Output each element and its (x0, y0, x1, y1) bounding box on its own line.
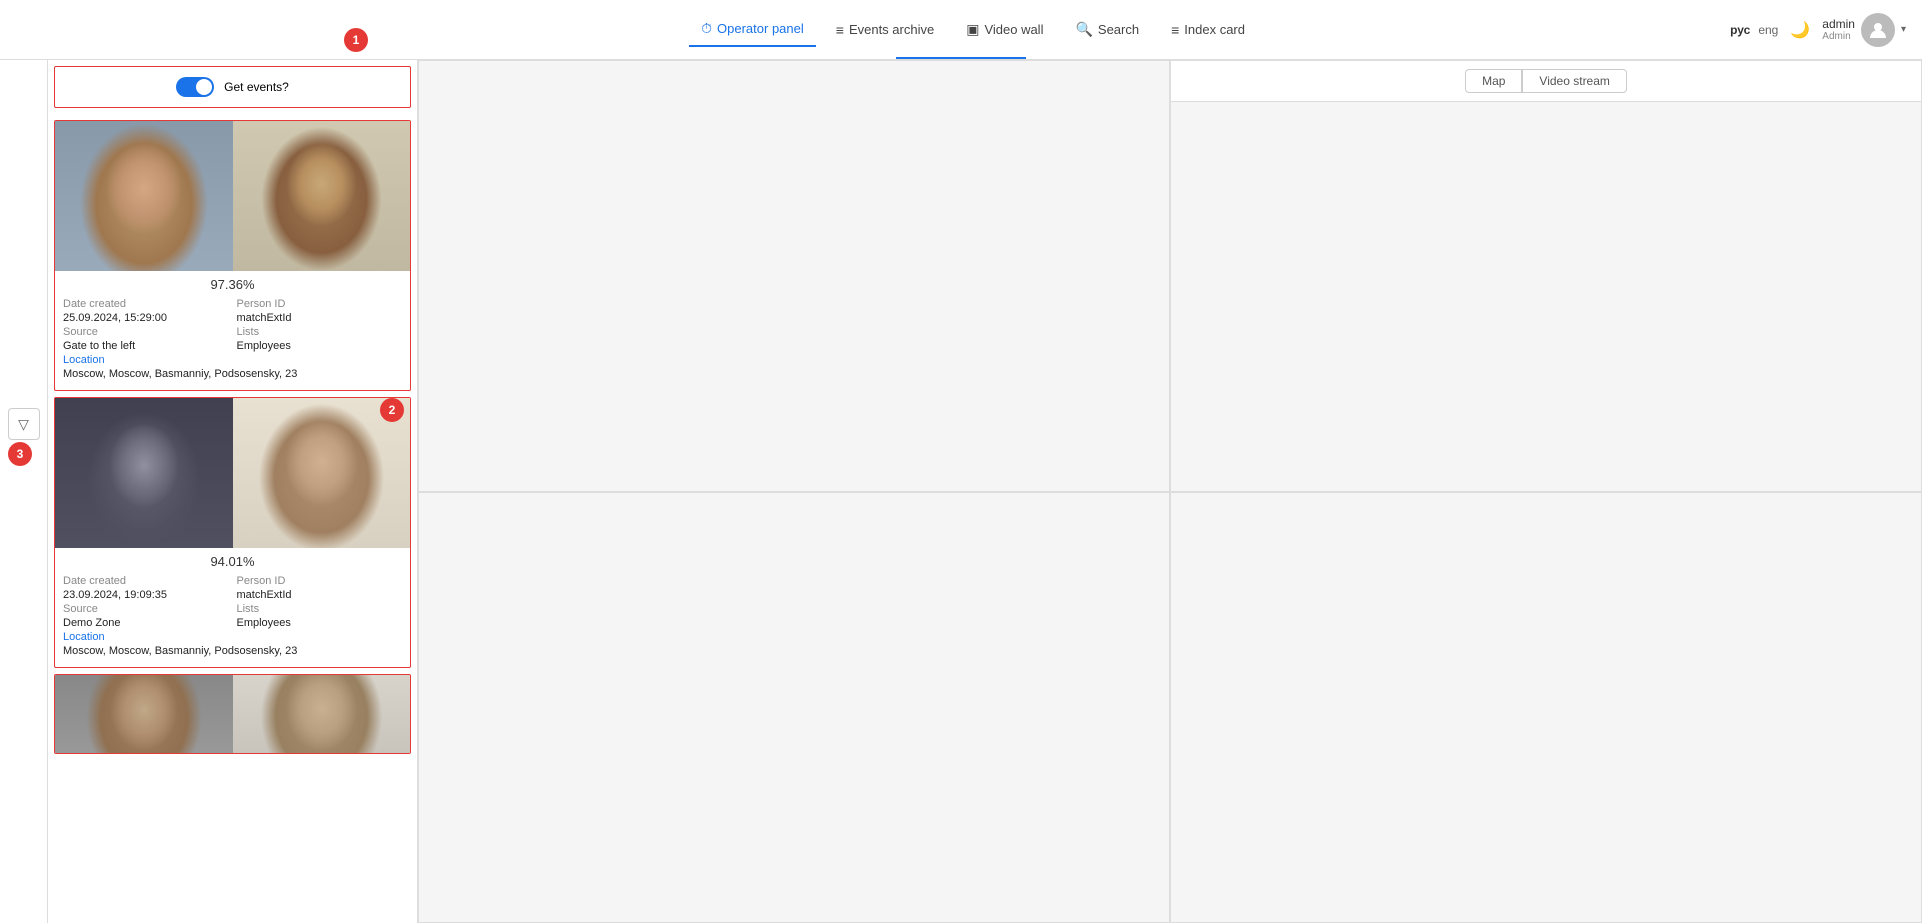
event-images (55, 675, 410, 754)
event-images (55, 398, 410, 548)
content-cell-top-left (418, 60, 1170, 492)
left-sidebar: ▽ (0, 60, 48, 923)
lists-label: Lists (237, 603, 403, 615)
header: ⏱ Operator panel ≡ Events archive ▣ Vide… (0, 0, 1922, 60)
event-detected-image (55, 398, 233, 548)
content-cell-bottom-left (418, 492, 1170, 923)
badge-2: 2 (380, 398, 404, 422)
nav-index-card[interactable]: ≡ Index card (1159, 14, 1257, 46)
date-created-value: 23.09.2024, 19:09:35 (63, 589, 229, 601)
match-percent: 94.01% (55, 548, 410, 573)
date-created-value: 25.09.2024, 15:29:00 (63, 312, 229, 324)
filter-button[interactable]: ▽ (8, 408, 40, 440)
user-menu[interactable]: admin Admin ▾ (1822, 13, 1906, 47)
date-created-label: Date created (63, 298, 229, 310)
location-value: Moscow, Moscow, Basmanniy, Podsosensky, … (63, 645, 402, 657)
events-list[interactable]: 97.36% Date created Person ID 25.09.2024… (48, 114, 417, 923)
filter-icon: ▽ (18, 416, 29, 433)
header-right: рус eng 🌙 admin Admin ▾ (1730, 13, 1906, 47)
grid-icon: ▣ (966, 21, 979, 38)
avatar (1861, 13, 1895, 47)
event-images (55, 121, 410, 271)
lists-value: Employees (237, 617, 403, 629)
nav-events-archive[interactable]: ≡ Events archive (824, 14, 946, 46)
events-panel: Get events? 97.36% Date created Person I… (48, 60, 418, 923)
match-percent: 97.36% (55, 271, 410, 296)
card-icon: ≡ (1171, 22, 1179, 38)
main-content: Map Video stream (418, 60, 1922, 923)
tab-map[interactable]: Map (1465, 69, 1522, 93)
location-label[interactable]: Location (63, 631, 229, 643)
main-layout: ▽ Get events? (0, 60, 1922, 923)
get-events-toggle[interactable] (176, 77, 214, 97)
location-value: Moscow, Moscow, Basmanniy, Podsosensky, … (63, 368, 402, 380)
person-id-label: Person ID (237, 575, 403, 587)
get-events-row: Get events? (54, 66, 411, 108)
badge-1: 1 (344, 28, 368, 52)
theme-toggle-button[interactable]: 🌙 (1790, 20, 1810, 40)
event-detected-image (55, 675, 233, 754)
source-value: Demo Zone (63, 617, 229, 629)
user-label: admin Admin (1822, 17, 1855, 42)
content-cell-bottom-right (1170, 492, 1922, 923)
event-details: Date created Person ID 25.09.2024, 15:29… (55, 296, 410, 382)
source-value: Gate to the left (63, 340, 229, 352)
list-icon: ≡ (836, 22, 844, 38)
event-matched-image (233, 675, 411, 754)
badge-3: 3 (8, 442, 32, 466)
lists-label: Lists (237, 326, 403, 338)
lang-en[interactable]: eng (1758, 23, 1778, 37)
language-toggle: рус eng (1730, 23, 1778, 37)
source-label: Source (63, 326, 229, 338)
main-nav: ⏱ Operator panel ≡ Events archive ▣ Vide… (689, 12, 1257, 47)
cell-tab-bar: Map Video stream (1171, 61, 1921, 102)
nav-operator-panel[interactable]: ⏱ Operator panel (689, 12, 816, 47)
source-label: Source (63, 603, 229, 615)
get-events-label: Get events? (224, 80, 289, 94)
search-icon: 🔍 (1075, 21, 1092, 38)
chevron-down-icon: ▾ (1901, 24, 1906, 35)
nav-search[interactable]: 🔍 Search (1063, 13, 1151, 46)
date-created-label: Date created (63, 575, 229, 587)
content-cell-top-right: Map Video stream (1170, 60, 1922, 492)
location-label[interactable]: Location (63, 354, 229, 366)
person-id-label: Person ID (237, 298, 403, 310)
event-matched-image (233, 398, 411, 548)
event-card: 94.01% Date created Person ID 23.09.2024… (54, 397, 411, 668)
lists-value: Employees (237, 340, 403, 352)
event-card (54, 674, 411, 754)
event-matched-image (233, 121, 411, 271)
person-id-value: matchExtId (237, 589, 403, 601)
lang-ru[interactable]: рус (1730, 23, 1750, 37)
event-details: Date created Person ID 23.09.2024, 19:09… (55, 573, 410, 659)
person-id-value: matchExtId (237, 312, 403, 324)
clock-icon: ⏱ (701, 20, 712, 37)
event-detected-image (55, 121, 233, 271)
nav-video-wall[interactable]: ▣ Video wall (954, 13, 1055, 46)
event-card: 97.36% Date created Person ID 25.09.2024… (54, 120, 411, 391)
tab-video-stream[interactable]: Video stream (1522, 69, 1626, 93)
